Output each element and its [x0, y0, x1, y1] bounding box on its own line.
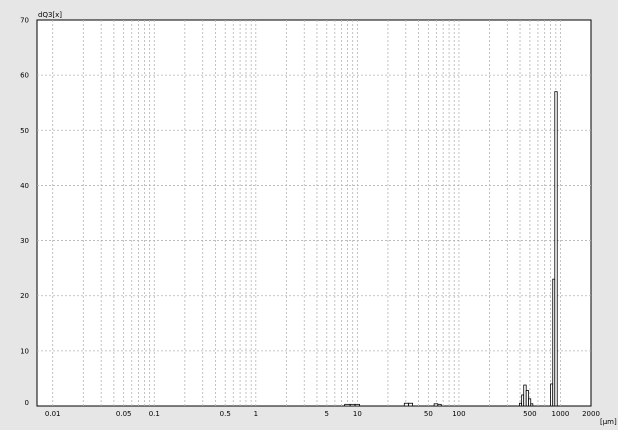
y-tick-label: 30: [20, 237, 29, 245]
x-tick-label: 0.1: [149, 410, 160, 418]
histogram-bar: [408, 402, 413, 407]
y-tick-label: 70: [20, 17, 29, 25]
plot-area: [36, 19, 592, 407]
y-tick-label: 60: [20, 72, 29, 80]
particle-size-chart: 0 10 20 30 40 50 60 70 0.01 0.05 0.1 0.5 1 5 10 50 100 5…: [0, 0, 618, 426]
x-tick-label: 2000: [582, 410, 600, 418]
histogram-bar: [403, 402, 410, 407]
x-tick-label: 1000: [552, 410, 570, 418]
histogram-bar: [437, 403, 442, 407]
x-tick-label: 0.05: [116, 410, 132, 418]
histogram-bar: [349, 403, 356, 407]
y-tick-label: 40: [20, 182, 29, 190]
y-axis-ticks: 0 10 20 30 40 50 60 70: [20, 17, 29, 408]
x-tick-label: 500: [523, 410, 536, 418]
histogram-bar: [530, 403, 534, 407]
x-tick-label: 50: [424, 410, 433, 418]
y-tick-label: 10: [20, 347, 29, 355]
y-tick-label: 0: [25, 399, 29, 407]
x-tick-label: 100: [452, 410, 465, 418]
x-tick-label: 5: [325, 410, 329, 418]
chart-svg: 0 10 20 30 40 50 60 70 0.01 0.05 0.1 0.5 1 5 10 50 100 5…: [20, 11, 617, 426]
histogram-bar: [344, 403, 351, 407]
histogram-bar: [554, 91, 558, 407]
x-axis-ticks: 0.01 0.05 0.1 0.5 1 5 10 50 100 500 1000 2000: [45, 410, 600, 418]
histogram-bar: [354, 403, 360, 407]
y-tick-label: 20: [20, 292, 29, 300]
x-axis-unit-label: [µm]: [600, 418, 617, 426]
y-axis-label: dQ3[x]: [38, 11, 62, 19]
x-tick-label: 0.5: [220, 410, 231, 418]
y-tick-label: 50: [20, 127, 29, 135]
x-tick-label: 0.01: [45, 410, 61, 418]
x-tick-label: 10: [353, 410, 362, 418]
x-tick-label: 1: [254, 410, 258, 418]
histogram-bar: [433, 403, 439, 407]
